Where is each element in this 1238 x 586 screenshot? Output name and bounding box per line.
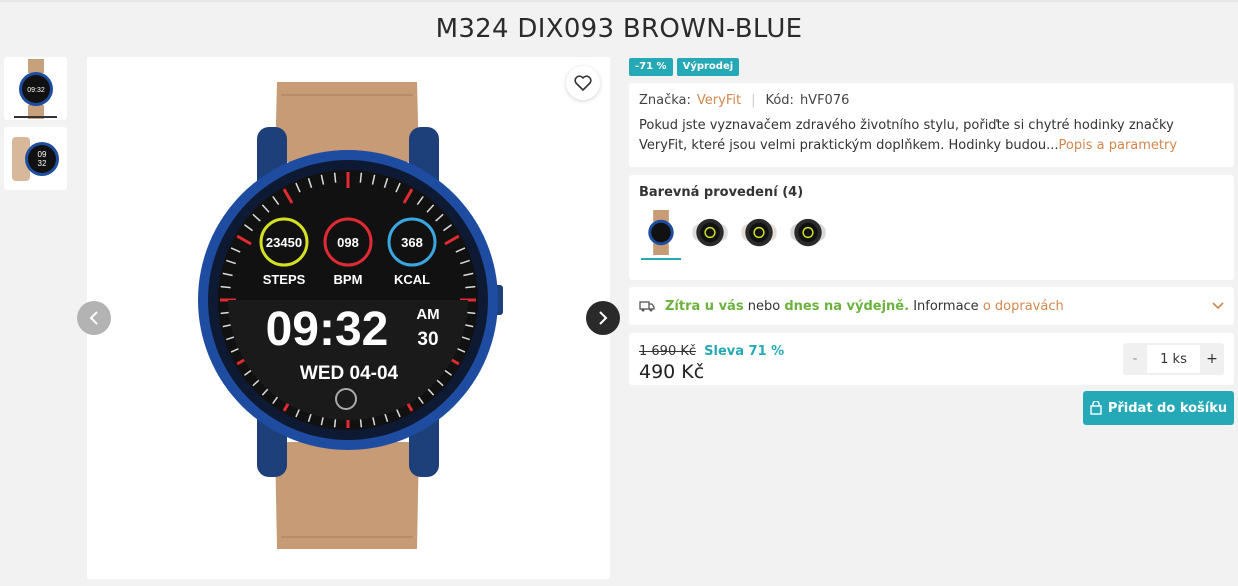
price-card: 1 690 Kč Sleva 71 % 490 Kč - 1 ks + — [629, 333, 1234, 385]
quantity-input[interactable]: 1 ks — [1147, 345, 1200, 373]
seconds-value: 30 — [417, 329, 438, 350]
thumbnail-watch-side[interactable]: 09 32 — [4, 127, 67, 190]
delivery-info-link[interactable]: o dopravách — [983, 299, 1064, 314]
color-variants-card: Barevná provedení (4) — [629, 175, 1234, 280]
watch-tick — [465, 285, 476, 289]
sale-badge: Výprodej — [676, 58, 740, 76]
steps-label: STEPS — [263, 272, 306, 287]
truck-icon — [639, 301, 655, 312]
quantity-increase-button[interactable]: + — [1200, 351, 1224, 367]
chevron-left-icon — [89, 311, 98, 325]
delivery-today: dnes na výdejně. — [784, 298, 910, 314]
date-value: WED 04-04 — [300, 363, 399, 384]
ampm-value: AM — [416, 306, 439, 323]
old-price: 1 690 Kč — [639, 344, 697, 359]
kcal-value: 368 — [401, 235, 423, 250]
watch-tick — [333, 172, 337, 183]
variant-brown-blue[interactable] — [639, 210, 682, 260]
product-description: Pokud jste vyznavačem zdravého životního… — [639, 116, 1224, 156]
quantity-decrease-button[interactable]: - — [1123, 351, 1147, 367]
watch-tick — [220, 285, 231, 289]
add-to-cart-label: Přidat do košíku — [1107, 400, 1228, 416]
code-value: hVF076 — [799, 93, 850, 108]
brand-label: Značka: — [639, 93, 691, 108]
gallery-next-button[interactable] — [586, 301, 620, 335]
quantity-stepper: - 1 ks + — [1123, 343, 1224, 375]
gallery-prev-button[interactable] — [77, 301, 111, 335]
info-separator: | — [751, 93, 756, 108]
svg-text:09:32: 09:32 — [27, 87, 45, 94]
add-to-cart-button[interactable]: Přidat do košíku — [1083, 391, 1234, 425]
shopping-bag-icon — [1090, 401, 1102, 415]
chevron-right-icon — [599, 311, 608, 325]
watch-tick — [359, 172, 363, 183]
delivery-text: Zítra u vás nebo dnes na výdejně. Inform… — [665, 299, 1064, 314]
variants-title: Barevná provedení (4) — [639, 185, 804, 200]
bpm-value: 098 — [337, 235, 359, 250]
bpm-label: BPM — [334, 272, 363, 287]
product-badges: -71 % Výprodej — [629, 58, 740, 76]
thumbnail-watch-front[interactable]: 09:32 — [4, 57, 67, 120]
top-divider — [0, 0, 1238, 2]
watch-image: 23450 098 368 STEPS BPM KCAL 09:32 AM 30… — [198, 82, 503, 549]
variant-black-white-2[interactable] — [737, 210, 780, 260]
brand-link[interactable]: VeryFit — [697, 93, 741, 108]
svg-text:32: 32 — [37, 159, 46, 168]
discount-text: Sleva 71 % — [704, 344, 785, 359]
main-product-image[interactable]: 23450 098 368 STEPS BPM KCAL 09:32 AM 30… — [87, 57, 610, 579]
variant-selected-indicator — [640, 258, 681, 260]
wishlist-button[interactable] — [566, 66, 600, 100]
discount-badge: -71 % — [629, 58, 673, 76]
svg-text:09: 09 — [37, 150, 46, 159]
code-label: Kód: — [765, 93, 794, 108]
product-info-card: Značka: VeryFit | Kód: hVF076 Pokud jste… — [629, 83, 1234, 167]
delivery-or: nebo — [747, 298, 781, 314]
delivery-tomorrow: Zítra u vás — [665, 298, 744, 314]
thumbnail-active-indicator — [14, 116, 57, 118]
chevron-down-icon[interactable] — [1212, 302, 1224, 310]
heart-icon — [574, 75, 592, 91]
time-value: 09:32 — [266, 303, 389, 356]
variant-black-white-3[interactable] — [786, 210, 829, 260]
delivery-info-label: Informace — [913, 298, 979, 314]
kcal-label: KCAL — [394, 272, 430, 287]
steps-value: 23450 — [266, 235, 302, 250]
page-title: M324 DIX093 BROWN-BLUE — [435, 14, 803, 44]
variants-list — [639, 210, 1224, 260]
variant-black-white-1[interactable] — [688, 210, 731, 260]
description-more-link[interactable]: Popis a parametry — [1059, 138, 1178, 153]
delivery-info-card[interactable]: Zítra u vás nebo dnes na výdejně. Inform… — [629, 287, 1234, 325]
